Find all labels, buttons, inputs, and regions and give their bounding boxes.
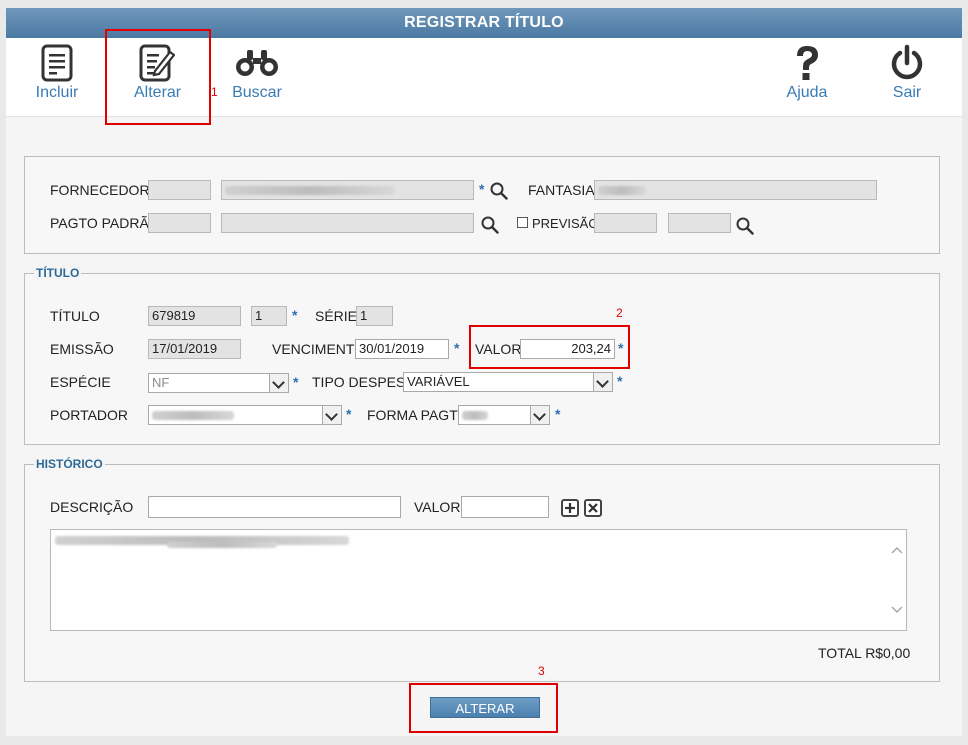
document-icon [41, 44, 73, 82]
vencimento-field[interactable]: 30/01/2019 [355, 339, 449, 359]
portador-select[interactable] [148, 405, 342, 425]
fantasia-field[interactable] [594, 180, 877, 200]
chevron-down-icon [322, 406, 341, 424]
historico-textarea[interactable] [50, 529, 907, 631]
tipo-despesa-select[interactable]: VARIÁVEL [403, 372, 613, 392]
ajuda-label: Ajuda [786, 84, 828, 101]
add-historico-button[interactable] [561, 499, 579, 517]
incluir-button[interactable]: Incluir [34, 44, 80, 102]
forma-pagto-label: FORMA PAGTO [367, 407, 469, 423]
required-marker: * [454, 340, 460, 356]
required-marker: * [292, 307, 298, 323]
redacted-text [462, 411, 488, 421]
especie-label: ESPÉCIE [50, 374, 111, 390]
annotation-1: 1 [211, 85, 218, 99]
total-value: 0,00 [883, 645, 911, 661]
chevron-down-icon[interactable] [891, 606, 903, 614]
fornecedor-name-field[interactable] [221, 180, 474, 200]
serie-label: SÉRIE [315, 308, 358, 324]
tipo-despesa-value: VARIÁVEL [407, 374, 470, 389]
highlight-box-2 [469, 325, 630, 369]
chevron-up-icon[interactable] [891, 546, 903, 554]
pagto-padrao-name-field[interactable] [221, 213, 474, 233]
total-label: TOTAL R$ [818, 645, 884, 661]
previsao-end-field[interactable] [668, 213, 731, 233]
serie-field[interactable]: 1 [356, 306, 393, 326]
tipo-despesa-label: TIPO DESPESA [312, 374, 415, 390]
required-marker: * [293, 374, 299, 390]
close-icon [588, 503, 598, 513]
redacted-text [225, 186, 395, 196]
binoculars-icon [236, 50, 278, 76]
portador-label: PORTADOR [50, 407, 129, 423]
redacted-text [167, 542, 277, 548]
incluir-label: Incluir [35, 84, 79, 101]
search-icon[interactable] [736, 217, 754, 235]
chevron-down-icon [269, 374, 288, 392]
required-marker: * [617, 373, 623, 389]
remove-historico-button[interactable] [584, 499, 602, 517]
fornecedor-fieldset [24, 156, 940, 254]
titulo-label: TÍTULO [50, 308, 100, 324]
annotation-3: 3 [538, 664, 545, 678]
especie-value: NF [152, 375, 170, 390]
required-marker: * [479, 181, 485, 197]
historico-valor-input[interactable] [461, 496, 549, 518]
previsao-label: PREVISÃO [532, 216, 599, 231]
redacted-text [152, 411, 234, 421]
pagto-padrao-code-field[interactable] [148, 213, 211, 233]
sair-label: Sair [892, 84, 922, 101]
fornecedor-label: FORNECEDOR [50, 182, 150, 198]
redacted-text [598, 186, 646, 196]
sair-button[interactable]: Sair [884, 44, 930, 102]
highlight-box-3 [409, 683, 558, 733]
vencimento-label: VENCIMENTO [272, 341, 366, 357]
chevron-down-icon [530, 406, 549, 424]
plus-icon [565, 503, 575, 513]
titulo-legend: TÍTULO [34, 266, 82, 280]
required-marker: * [555, 406, 561, 422]
fornecedor-code-field[interactable] [148, 180, 211, 200]
buscar-label: Buscar [232, 84, 282, 101]
search-icon[interactable] [481, 216, 499, 234]
emissao-label: EMISSÃO [50, 341, 114, 357]
ajuda-button[interactable]: Ajuda [784, 44, 830, 102]
search-icon[interactable] [490, 182, 508, 200]
previsao-start-field[interactable] [594, 213, 657, 233]
pagto-padrao-label: PAGTO PADRÃO [50, 215, 160, 231]
emissao-field[interactable]: 17/01/2019 [148, 339, 241, 359]
especie-select[interactable]: NF [148, 373, 289, 393]
descricao-input[interactable] [148, 496, 401, 518]
chevron-down-icon [593, 373, 612, 391]
power-icon [891, 44, 923, 80]
highlight-box-1 [105, 29, 211, 125]
previsao-checkbox[interactable] [517, 217, 528, 228]
forma-pagto-select[interactable] [458, 405, 550, 425]
historico-valor-label: VALOR [414, 499, 461, 515]
buscar-button[interactable]: Buscar [232, 48, 282, 102]
titulo-seq-field[interactable]: 1 [251, 306, 287, 326]
help-question-icon [797, 46, 818, 80]
historico-legend: HISTÓRICO [34, 457, 105, 471]
titulo-field[interactable]: 679819 [148, 306, 241, 326]
annotation-2: 2 [616, 306, 623, 320]
required-marker: * [346, 406, 352, 422]
descricao-label: DESCRIÇÃO [50, 499, 134, 515]
textarea-scrollbar[interactable] [888, 530, 906, 630]
fantasia-label: FANTASIA [528, 182, 595, 198]
